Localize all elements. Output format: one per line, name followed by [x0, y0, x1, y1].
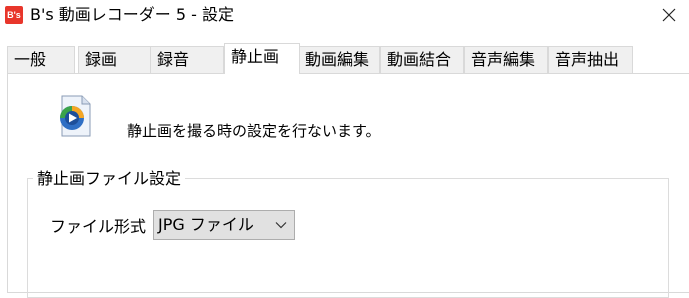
group-title: 静止画ファイル設定: [33, 169, 186, 189]
title-bar: B's B's 動画レコーダー 5 - 設定: [0, 0, 689, 30]
window-title: B's 動画レコーダー 5 - 設定: [30, 5, 235, 24]
panel-description: 静止画を撮る時の設定を行ないます。: [127, 122, 381, 140]
app-icon: B's: [5, 6, 23, 24]
tab-record-audio[interactable]: 録音: [150, 46, 224, 73]
tab-audio-extract[interactable]: 音声抽出: [548, 46, 633, 73]
tab-video-edit[interactable]: 動画編集: [298, 46, 380, 73]
still-image-settings-group: [27, 178, 669, 298]
tab-still-image[interactable]: 静止画: [224, 43, 300, 74]
close-icon: [662, 8, 676, 22]
chevron-down-icon: [275, 211, 287, 239]
tab-general[interactable]: 一般: [7, 46, 75, 73]
file-format-label: ファイル形式 :: [50, 217, 157, 236]
media-player-icon: [60, 95, 91, 137]
close-button[interactable]: [649, 0, 689, 30]
tab-video-join[interactable]: 動画結合: [380, 46, 464, 73]
file-format-select[interactable]: JPG ファイル: [153, 210, 295, 240]
tab-record-video[interactable]: 録画: [78, 46, 152, 73]
tab-audio-edit[interactable]: 音声編集: [464, 46, 548, 73]
tab-strip: 一般 録画 録音 静止画 動画編集 動画結合 音声編集 音声抽出: [7, 43, 689, 74]
file-format-value: JPG ファイル: [158, 215, 254, 234]
